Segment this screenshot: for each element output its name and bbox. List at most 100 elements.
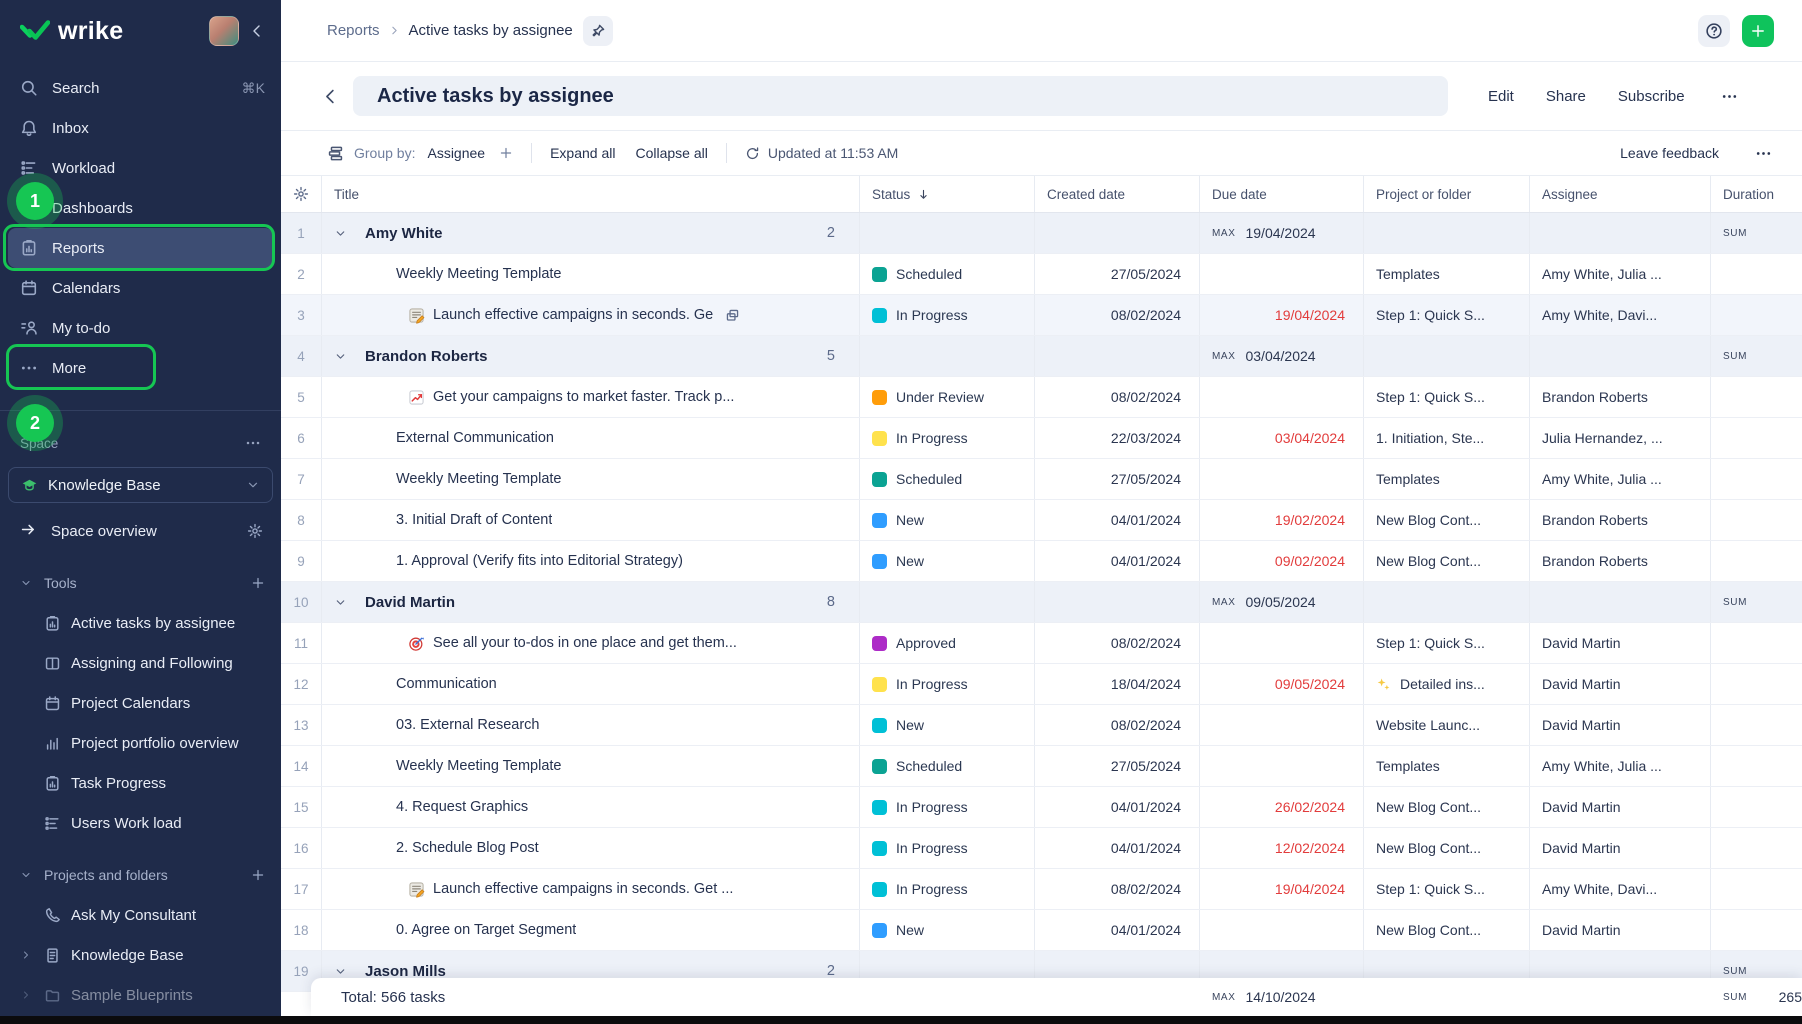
chevron-right-icon[interactable]: [20, 949, 34, 961]
sidebar-item-knowledge-base[interactable]: Knowledge Base: [0, 935, 281, 975]
collapse-all-button[interactable]: Collapse all: [635, 145, 707, 161]
sidebar-item-project-calendars[interactable]: Project Calendars: [0, 683, 281, 723]
task-row[interactable]: 3Launch effective campaigns in seconds. …: [281, 295, 1802, 336]
title-cell[interactable]: Get your campaigns to market faster. Tra…: [322, 377, 860, 417]
status-chip[interactable]: [872, 923, 887, 938]
section-add-icon[interactable]: [251, 576, 265, 590]
sidebar-item-active-tasks-by-assignee[interactable]: Active tasks by assignee: [0, 603, 281, 643]
title-cell[interactable]: Launch effective campaigns in seconds. G…: [322, 869, 860, 909]
title-cell[interactable]: David Martin8: [322, 582, 860, 622]
column-header-duration[interactable]: Duration: [1711, 176, 1802, 212]
sidebar-item-workload[interactable]: Workload: [0, 148, 281, 188]
task-row[interactable]: 14Weekly Meeting TemplateScheduled27/05/…: [281, 746, 1802, 787]
sidebar-item-reports[interactable]: Reports: [8, 228, 273, 268]
group-collapse-icon[interactable]: [334, 596, 347, 609]
title-cell[interactable]: Communication: [322, 664, 860, 704]
task-row[interactable]: 5Get your campaigns to market faster. Tr…: [281, 377, 1802, 418]
task-title[interactable]: Communication: [396, 676, 497, 692]
task-title[interactable]: See all your to-dos in one place and get…: [433, 635, 737, 651]
collapse-sidebar-icon[interactable]: [249, 23, 265, 39]
status-chip[interactable]: [872, 841, 887, 856]
sidebar-item-my-to-do[interactable]: My to-do: [0, 308, 281, 348]
task-title[interactable]: Get your campaigns to market faster. Tra…: [433, 389, 734, 405]
user-avatar[interactable]: [209, 16, 239, 46]
status-chip[interactable]: [872, 308, 887, 323]
task-title[interactable]: 4. Request Graphics: [396, 799, 528, 815]
wrike-logo[interactable]: wrike: [20, 17, 123, 46]
status-cell[interactable]: In Progress: [860, 828, 1035, 868]
task-title[interactable]: 1. Approval (Verify fits into Editorial …: [396, 553, 683, 569]
task-row[interactable]: 12CommunicationIn Progress18/04/202409/0…: [281, 664, 1802, 705]
gear-icon[interactable]: [247, 523, 263, 539]
edit-button[interactable]: Edit: [1488, 88, 1514, 105]
task-title[interactable]: Weekly Meeting Template: [396, 266, 562, 282]
task-row[interactable]: 2Weekly Meeting TemplateScheduled27/05/2…: [281, 254, 1802, 295]
task-title[interactable]: Weekly Meeting Template: [396, 471, 562, 487]
task-row[interactable]: 1303. External ResearchNew08/02/2024Webs…: [281, 705, 1802, 746]
task-row[interactable]: 180. Agree on Target SegmentNew04/01/202…: [281, 910, 1802, 951]
status-cell[interactable]: New: [860, 541, 1035, 581]
status-chip[interactable]: [872, 431, 887, 446]
group-collapse-icon[interactable]: [334, 965, 347, 978]
task-title[interactable]: Launch effective campaigns in seconds. G…: [433, 307, 713, 323]
status-cell[interactable]: New: [860, 705, 1035, 745]
task-row[interactable]: 83. Initial Draft of ContentNew04/01/202…: [281, 500, 1802, 541]
share-button[interactable]: Share: [1546, 88, 1586, 105]
space-menu-icon[interactable]: [245, 435, 261, 451]
title-cell[interactable]: Brandon Roberts5: [322, 336, 860, 376]
task-row[interactable]: 91. Approval (Verify fits into Editorial…: [281, 541, 1802, 582]
status-cell[interactable]: Scheduled: [860, 254, 1035, 294]
sidebar-item-assigning-and-following[interactable]: Assigning and Following: [0, 643, 281, 683]
column-header-status[interactable]: Status: [860, 176, 1035, 212]
table-settings-gear[interactable]: [281, 176, 322, 212]
status-cell[interactable]: In Progress: [860, 869, 1035, 909]
expand-all-button[interactable]: Expand all: [550, 145, 615, 161]
column-header-project-or-folder[interactable]: Project or folder: [1364, 176, 1530, 212]
sidebar-item-project-portfolio-overview[interactable]: Project portfolio overview: [0, 723, 281, 763]
status-cell[interactable]: In Progress: [860, 418, 1035, 458]
sidebar-collapse-icon[interactable]: [249, 23, 265, 39]
group-collapse-icon[interactable]: [334, 227, 347, 240]
status-chip[interactable]: [872, 800, 887, 815]
sidebar-item-task-progress[interactable]: Task Progress: [0, 763, 281, 803]
status-chip[interactable]: [872, 554, 887, 569]
group-collapse-icon[interactable]: [334, 350, 347, 363]
status-cell[interactable]: Approved: [860, 623, 1035, 663]
status-chip[interactable]: [872, 718, 887, 733]
back-button[interactable]: [321, 87, 345, 106]
subscribe-button[interactable]: Subscribe: [1618, 88, 1685, 105]
question-mark-icon[interactable]: [1705, 22, 1723, 40]
space-menu-dots-icon[interactable]: [245, 435, 261, 451]
plus-icon[interactable]: [1750, 23, 1766, 39]
task-row[interactable]: 6External CommunicationIn Progress22/03/…: [281, 418, 1802, 459]
status-chip[interactable]: [872, 882, 887, 897]
group-row-amy-white[interactable]: 1Amy White2MAX19/04/2024SUM: [281, 213, 1802, 254]
column-header-created-date[interactable]: Created date: [1035, 176, 1200, 212]
toolbar-more-icon[interactable]: [1755, 145, 1772, 162]
title-cell[interactable]: Weekly Meeting Template: [322, 746, 860, 786]
status-chip[interactable]: [872, 513, 887, 528]
sidebar-item-inbox[interactable]: Inbox: [0, 108, 281, 148]
add-grouping-icon[interactable]: [499, 146, 513, 160]
task-row[interactable]: 154. Request GraphicsIn Progress04/01/20…: [281, 787, 1802, 828]
section-add-icon[interactable]: [251, 868, 265, 882]
title-cell[interactable]: External Communication: [322, 418, 860, 458]
sidebar-item-calendars[interactable]: Calendars: [0, 268, 281, 308]
task-title[interactable]: 03. External Research: [396, 717, 539, 733]
task-title[interactable]: 2. Schedule Blog Post: [396, 840, 539, 856]
plus-icon[interactable]: [499, 146, 513, 160]
status-chip[interactable]: [872, 472, 887, 487]
more-options-icon[interactable]: [1721, 88, 1738, 105]
space-selector[interactable]: Knowledge Base: [8, 467, 273, 503]
sidebar-item-users-work-load[interactable]: Users Work load: [0, 803, 281, 843]
sidebar-item-ask-my-consultant[interactable]: Ask My Consultant: [0, 895, 281, 935]
title-cell[interactable]: 0. Agree on Target Segment: [322, 910, 860, 950]
status-chip[interactable]: [872, 267, 887, 282]
status-chip[interactable]: [872, 677, 887, 692]
title-cell[interactable]: 2. Schedule Blog Post: [322, 828, 860, 868]
chevron-right-icon[interactable]: [20, 989, 34, 1001]
status-cell[interactable]: New: [860, 910, 1035, 950]
section-header-projects-and-folders[interactable]: Projects and folders: [0, 855, 281, 895]
column-header-due-date[interactable]: Due date: [1200, 176, 1364, 212]
group-by-value[interactable]: Assignee: [427, 145, 485, 161]
